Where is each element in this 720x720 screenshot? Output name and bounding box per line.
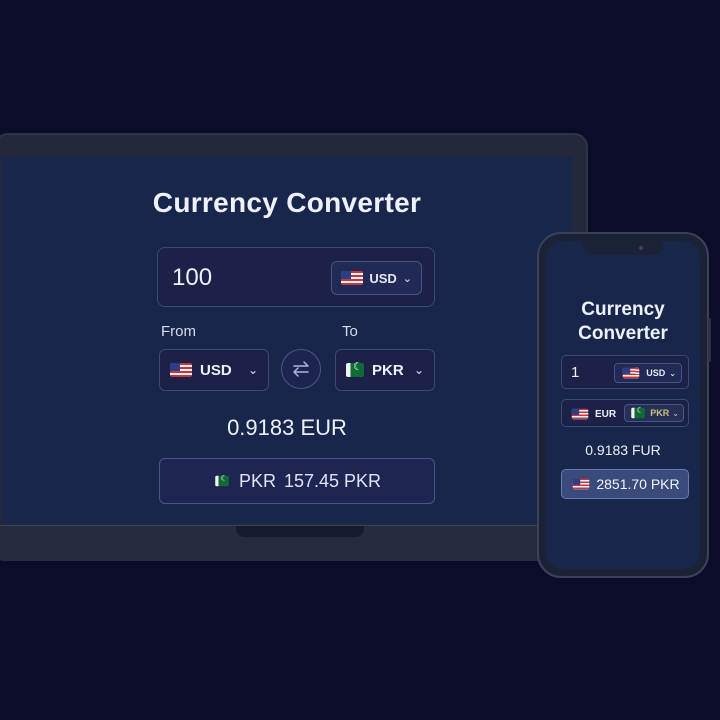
from-label: From (161, 323, 196, 340)
laptop-trackpad-notch (236, 526, 364, 537)
phone-notch (583, 241, 663, 255)
us-flag-icon (623, 367, 640, 379)
amount-currency-label: USD (369, 270, 397, 286)
chevron-down-icon: ⌄ (413, 363, 424, 377)
to-label: To (342, 323, 358, 340)
pk-flag-icon (631, 406, 646, 419)
chevron-down-icon: ⌄ (247, 363, 258, 377)
chevron-down-icon: ⌄ (402, 272, 412, 285)
us-flag-icon (341, 271, 364, 285)
phone-convert-value: 2851.70 PKR (596, 476, 680, 492)
amount-currency-select[interactable]: USD ⌄ (331, 261, 422, 295)
us-flag-icon (573, 478, 590, 490)
chevron-down-icon: ⌄ (672, 408, 679, 418)
phone-page-title: Currency Converter (546, 298, 700, 346)
phone-currency-row[interactable]: EUR PKR ⌄ (561, 399, 689, 427)
convert-currency-label: PKR (238, 470, 276, 491)
phone-conversion-result: 0.9183 FUR (585, 442, 661, 458)
phone-amount-currency-label: USD (646, 368, 666, 378)
to-currency-label: PKR (372, 361, 404, 379)
phone-to-currency-select[interactable]: PKR ⌄ (624, 404, 684, 422)
phone-device: Currency Converter 1 USD ⌄ EUR PKR ⌄ 0.9… (537, 232, 709, 578)
us-flag-icon (170, 363, 192, 377)
phone-to-currency-label: PKR (650, 408, 670, 418)
laptop-screen: Currency Converter 100 USD ⌄ From To USD… (2, 157, 572, 523)
laptop-base (0, 525, 594, 561)
phone-from-currency-select[interactable]: EUR (569, 407, 616, 421)
phone-title-line1: Currency (581, 299, 665, 320)
from-currency-label: USD (200, 361, 232, 379)
phone-convert-button[interactable]: 2851.70 PKR (561, 469, 689, 499)
conversion-result: 0.9183 EUR (227, 415, 347, 440)
laptop-lid: Currency Converter 100 USD ⌄ From To USD… (0, 133, 588, 533)
pk-flag-icon (215, 474, 229, 487)
camera-icon (639, 246, 643, 250)
phone-amount-input[interactable]: 1 USD ⌄ (561, 355, 689, 389)
chevron-down-icon: ⌄ (669, 368, 676, 378)
phone-amount-currency-select[interactable]: USD ⌄ (614, 363, 682, 383)
from-currency-select[interactable]: USD ⌄ (159, 349, 269, 391)
pk-flag-icon (346, 360, 364, 377)
swap-arrows-icon (293, 361, 309, 377)
convert-value: 157.45 PKR (283, 470, 382, 491)
phone-screen: Currency Converter 1 USD ⌄ EUR PKR ⌄ 0.9… (546, 241, 700, 569)
page-title: Currency Converter (152, 187, 422, 218)
us-flag-icon (571, 408, 589, 420)
phone-side-button (708, 318, 711, 362)
phone-from-currency-label: EUR (595, 408, 617, 420)
phone-amount-value[interactable]: 1 (571, 364, 579, 381)
convert-button[interactable]: PKR 157.45 PKR (159, 458, 435, 504)
swap-button[interactable] (281, 349, 321, 389)
to-currency-select[interactable]: PKR ⌄ (335, 349, 435, 391)
phone-title-line2: Converter (578, 323, 668, 344)
amount-value[interactable]: 100 (172, 264, 212, 292)
amount-input[interactable]: 100 USD ⌄ (157, 247, 435, 307)
